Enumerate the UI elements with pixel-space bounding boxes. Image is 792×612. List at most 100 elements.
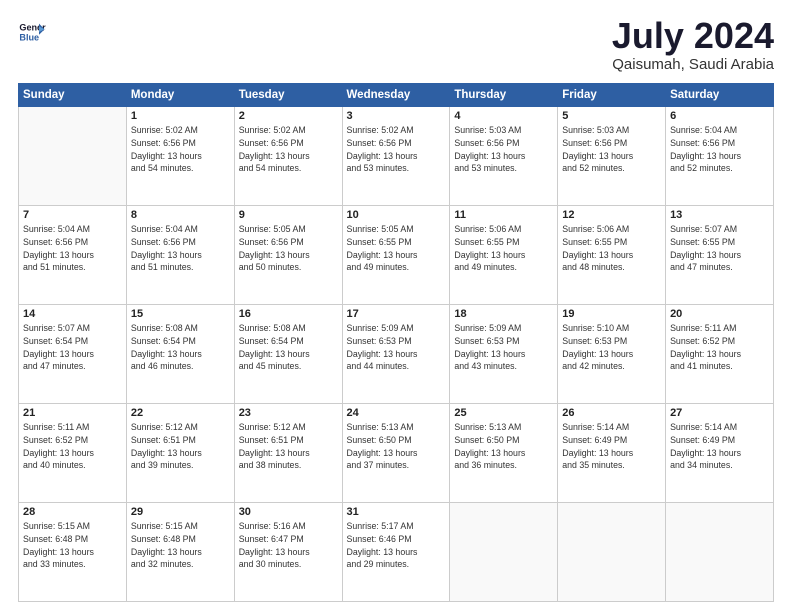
day-info: Sunrise: 5:02 AMSunset: 6:56 PMDaylight:… [239,124,338,175]
day-number: 4 [454,110,553,122]
calendar-cell: 1 Sunrise: 5:02 AMSunset: 6:56 PMDaylight… [126,107,234,206]
header-tuesday: Tuesday [234,84,342,107]
day-info: Sunrise: 5:07 AMSunset: 6:54 PMDaylight:… [23,322,122,373]
calendar-cell: 19Sunrise: 5:10 AMSunset: 6:53 PMDayligh… [558,305,666,404]
day-info: Sunrise: 5:12 AMSunset: 6:51 PMDaylight:… [239,421,338,472]
calendar-week-1: 7Sunrise: 5:04 AMSunset: 6:56 PMDaylight… [19,206,774,305]
header-thursday: Thursday [450,84,558,107]
day-number: 30 [239,506,338,518]
day-number: 21 [23,407,122,419]
calendar-cell: 8 Sunrise: 5:04 AMSunset: 6:56 PMDaylight… [126,206,234,305]
calendar-cell: 27 Sunrise: 5:14 AMSunset: 6:49 PMDayligh… [666,404,774,503]
calendar-cell: 25 Sunrise: 5:13 AMSunset: 6:50 PMDayligh… [450,404,558,503]
day-info: Sunrise: 5:03 AMSunset: 6:56 PMDaylight:… [562,124,661,175]
day-info: Sunrise: 5:16 AMSunset: 6:47 PMDaylight:… [239,520,338,571]
day-number: 19 [562,308,661,320]
day-number: 11 [454,209,553,221]
calendar-cell: 10 Sunrise: 5:05 AMSunset: 6:55 PMDayligh… [342,206,450,305]
calendar-cell: 7Sunrise: 5:04 AMSunset: 6:56 PMDaylight… [19,206,127,305]
calendar-cell: 20 Sunrise: 5:11 AMSunset: 6:52 PMDayligh… [666,305,774,404]
day-number: 15 [131,308,230,320]
calendar-page: General Blue July 2024 Qaisumah, Saudi A… [0,0,792,612]
day-info: Sunrise: 5:17 AMSunset: 6:46 PMDaylight:… [347,520,446,571]
day-number: 8 [131,209,230,221]
calendar-cell: 28Sunrise: 5:15 AMSunset: 6:48 PMDayligh… [19,503,127,602]
calendar-week-4: 28Sunrise: 5:15 AMSunset: 6:48 PMDayligh… [19,503,774,602]
day-number: 1 [131,110,230,122]
day-number: 23 [239,407,338,419]
calendar-week-0: 1 Sunrise: 5:02 AMSunset: 6:56 PMDaylight… [19,107,774,206]
calendar-body: 1 Sunrise: 5:02 AMSunset: 6:56 PMDaylight… [19,107,774,602]
day-info: Sunrise: 5:13 AMSunset: 6:50 PMDaylight:… [347,421,446,472]
day-info: Sunrise: 5:04 AMSunset: 6:56 PMDaylight:… [670,124,769,175]
calendar-cell: 6Sunrise: 5:04 AMSunset: 6:56 PMDaylight… [666,107,774,206]
calendar-cell [19,107,127,206]
day-number: 12 [562,209,661,221]
day-info: Sunrise: 5:02 AMSunset: 6:56 PMDaylight:… [131,124,230,175]
calendar-cell: 11 Sunrise: 5:06 AMSunset: 6:55 PMDayligh… [450,206,558,305]
svg-text:Blue: Blue [19,32,39,42]
day-info: Sunrise: 5:06 AMSunset: 6:55 PMDaylight:… [454,223,553,274]
day-number: 31 [347,506,446,518]
day-info: Sunrise: 5:07 AMSunset: 6:55 PMDaylight:… [670,223,769,274]
day-number: 24 [347,407,446,419]
day-info: Sunrise: 5:12 AMSunset: 6:51 PMDaylight:… [131,421,230,472]
calendar-week-2: 14 Sunrise: 5:07 AMSunset: 6:54 PMDayligh… [19,305,774,404]
logo-icon: General Blue [18,18,46,46]
day-info: Sunrise: 5:02 AMSunset: 6:56 PMDaylight:… [347,124,446,175]
calendar-cell: 2 Sunrise: 5:02 AMSunset: 6:56 PMDaylight… [234,107,342,206]
day-info: Sunrise: 5:15 AMSunset: 6:48 PMDaylight:… [23,520,122,571]
day-number: 17 [347,308,446,320]
day-number: 16 [239,308,338,320]
calendar-cell: 29Sunrise: 5:15 AMSunset: 6:48 PMDayligh… [126,503,234,602]
weekday-header-row: Sunday Monday Tuesday Wednesday Thursday… [19,84,774,107]
day-info: Sunrise: 5:04 AMSunset: 6:56 PMDaylight:… [23,223,122,274]
day-info: Sunrise: 5:14 AMSunset: 6:49 PMDaylight:… [670,421,769,472]
calendar-cell: 23 Sunrise: 5:12 AMSunset: 6:51 PMDayligh… [234,404,342,503]
day-info: Sunrise: 5:09 AMSunset: 6:53 PMDaylight:… [347,322,446,373]
calendar-cell: 22 Sunrise: 5:12 AMSunset: 6:51 PMDayligh… [126,404,234,503]
calendar-cell: 9 Sunrise: 5:05 AMSunset: 6:56 PMDaylight… [234,206,342,305]
day-number: 25 [454,407,553,419]
day-info: Sunrise: 5:08 AMSunset: 6:54 PMDaylight:… [239,322,338,373]
calendar-cell: 16 Sunrise: 5:08 AMSunset: 6:54 PMDayligh… [234,305,342,404]
calendar-cell: 31 Sunrise: 5:17 AMSunset: 6:46 PMDayligh… [342,503,450,602]
calendar-week-3: 21 Sunrise: 5:11 AMSunset: 6:52 PMDayligh… [19,404,774,503]
day-info: Sunrise: 5:11 AMSunset: 6:52 PMDaylight:… [670,322,769,373]
day-info: Sunrise: 5:14 AMSunset: 6:49 PMDaylight:… [562,421,661,472]
header-friday: Friday [558,84,666,107]
day-info: Sunrise: 5:03 AMSunset: 6:56 PMDaylight:… [454,124,553,175]
day-number: 2 [239,110,338,122]
calendar-cell [666,503,774,602]
header-monday: Monday [126,84,234,107]
day-number: 13 [670,209,769,221]
title-block: July 2024 Qaisumah, Saudi Arabia [612,18,774,73]
day-number: 9 [239,209,338,221]
header-wednesday: Wednesday [342,84,450,107]
subtitle: Qaisumah, Saudi Arabia [612,56,774,73]
day-number: 22 [131,407,230,419]
day-info: Sunrise: 5:05 AMSunset: 6:56 PMDaylight:… [239,223,338,274]
calendar-cell: 3 Sunrise: 5:02 AMSunset: 6:56 PMDaylight… [342,107,450,206]
day-info: Sunrise: 5:15 AMSunset: 6:48 PMDaylight:… [131,520,230,571]
calendar-cell: 24 Sunrise: 5:13 AMSunset: 6:50 PMDayligh… [342,404,450,503]
calendar-cell: 5Sunrise: 5:03 AMSunset: 6:56 PMDaylight… [558,107,666,206]
day-info: Sunrise: 5:09 AMSunset: 6:53 PMDaylight:… [454,322,553,373]
calendar-cell: 14 Sunrise: 5:07 AMSunset: 6:54 PMDayligh… [19,305,127,404]
logo: General Blue [18,18,46,46]
header: General Blue July 2024 Qaisumah, Saudi A… [18,18,774,73]
day-number: 14 [23,308,122,320]
day-number: 10 [347,209,446,221]
calendar-cell [558,503,666,602]
day-number: 3 [347,110,446,122]
day-info: Sunrise: 5:13 AMSunset: 6:50 PMDaylight:… [454,421,553,472]
calendar-cell: 21 Sunrise: 5:11 AMSunset: 6:52 PMDayligh… [19,404,127,503]
calendar-table: Sunday Monday Tuesday Wednesday Thursday… [18,83,774,602]
day-number: 20 [670,308,769,320]
calendar-cell: 17 Sunrise: 5:09 AMSunset: 6:53 PMDayligh… [342,305,450,404]
day-info: Sunrise: 5:11 AMSunset: 6:52 PMDaylight:… [23,421,122,472]
day-number: 27 [670,407,769,419]
day-info: Sunrise: 5:08 AMSunset: 6:54 PMDaylight:… [131,322,230,373]
day-info: Sunrise: 5:04 AMSunset: 6:56 PMDaylight:… [131,223,230,274]
day-info: Sunrise: 5:05 AMSunset: 6:55 PMDaylight:… [347,223,446,274]
